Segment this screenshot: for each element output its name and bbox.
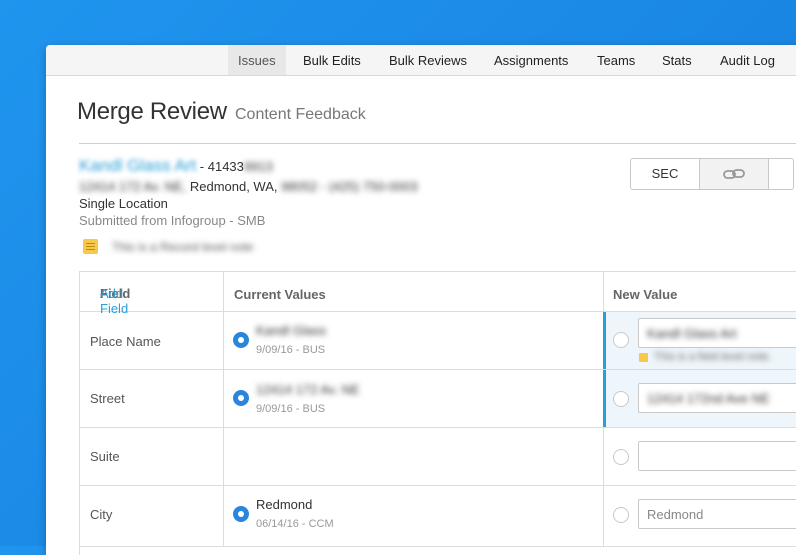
address-zip-phone: 98052 - (425) 750-0003 [281,179,418,194]
business-id: - 41433 [199,159,244,174]
page-subtitle: Content Feedback [235,106,366,123]
address-city-state: Redmond, WA, [189,179,278,194]
link-icon [723,169,745,179]
current-cell [224,428,604,485]
link-button[interactable] [700,159,769,189]
field-note-icon [639,353,648,362]
business-address: 12414 172 Av. NE, Redmond, WA, 98052 - (… [79,179,418,194]
new-radio[interactable] [613,449,629,465]
submitted-from: Submitted from Infogroup - SMB [79,213,266,228]
nav-stats[interactable]: Stats [662,45,692,75]
current-cell: Redmond 06/14/16 - CCM [224,486,604,546]
more-button[interactable] [769,159,793,189]
new-value-input[interactable]: 12414 172nd Ave NE [638,383,796,413]
field-cell: Place Name [80,312,224,369]
table-row: City Redmond 06/14/16 - CCM Redmond [80,486,796,547]
new-value-input[interactable] [638,441,796,471]
header-current-values: Current Values [234,287,326,302]
table-header-row: Field - Add Field Current Values New Val… [80,272,796,316]
business-name-line: Kandl Glass Art - 414339913 [79,156,273,176]
current-cell: Kandl Glass 9/09/16 - BUS [224,312,604,369]
nav-teams[interactable]: Teams [597,45,635,75]
top-nav: Issues Bulk Edits Bulk Reviews Assignmen… [46,45,796,76]
header-new-value: New Value [613,287,678,302]
field-cell: Street [80,370,224,427]
record-note: This is a Record level note [112,240,254,254]
current-value: 12414 172 Av. NE [256,382,360,397]
new-radio[interactable] [613,391,629,407]
business-name-link[interactable]: Kandl Glass Art [79,156,196,175]
new-cell: 12414 172nd Ave NE [603,370,796,427]
field-cell: Suite [80,428,224,485]
current-meta: 9/09/16 - BUS [256,344,326,356]
new-value-input[interactable]: Redmond [638,499,796,529]
review-table: Field - Add Field Current Values New Val… [79,271,796,555]
current-radio[interactable] [234,391,248,405]
current-radio[interactable] [234,333,248,347]
header-field-cell: Field - Add Field [80,272,224,316]
current-value: Redmond [256,497,313,512]
address-street: 12414 172 Av. NE, [79,179,187,194]
new-cell: Kandl Glass Art This is a field level no… [603,312,796,369]
business-id-suffix: 9913 [243,159,273,174]
current-value: Kandl Glass [256,323,327,338]
header-divider [79,143,796,144]
field-label: Suite [90,449,120,464]
field-label: Street [90,391,125,406]
nav-assignments[interactable]: Assignments [494,45,568,75]
current-cell: 12414 172 Av. NE 9/09/16 - BUS [224,370,604,427]
action-button-group: SEC [630,158,794,190]
nav-bulk-edits[interactable]: Bulk Edits [303,45,361,75]
current-radio[interactable] [234,507,248,521]
note-icon [83,239,98,254]
field-cell: City [80,486,224,546]
field-note: This is a field level note. [654,351,772,363]
field-label: City [90,507,113,522]
table-row: Suite [80,428,796,486]
app-window: Issues Bulk Edits Bulk Reviews Assignmen… [46,45,796,555]
page-title: Merge Review [77,98,227,125]
new-value-input[interactable]: Kandl Glass Art [638,318,796,348]
current-meta: 9/09/16 - BUS [256,403,326,415]
field-label: Place Name [90,334,161,349]
nav-audit-log[interactable]: Audit Log [720,45,775,75]
nav-bulk-reviews[interactable]: Bulk Reviews [389,45,467,75]
table-row: Street 12414 172 Av. NE 9/09/16 - BUS 12… [80,370,796,428]
current-meta: 06/14/16 - CCM [256,518,334,530]
nav-issues[interactable]: Issues [228,45,286,75]
new-radio[interactable] [613,332,629,348]
new-cell: Redmond [604,486,796,546]
header-current-cell: Current Values [224,272,604,311]
header-new-cell: New Value [604,272,796,311]
new-radio[interactable] [613,507,629,523]
new-cell [604,428,796,485]
table-row: Place Name Kandl Glass 9/09/16 - BUS Kan… [80,312,796,370]
sec-button[interactable]: SEC [631,159,700,189]
location-type: Single Location [79,196,168,211]
